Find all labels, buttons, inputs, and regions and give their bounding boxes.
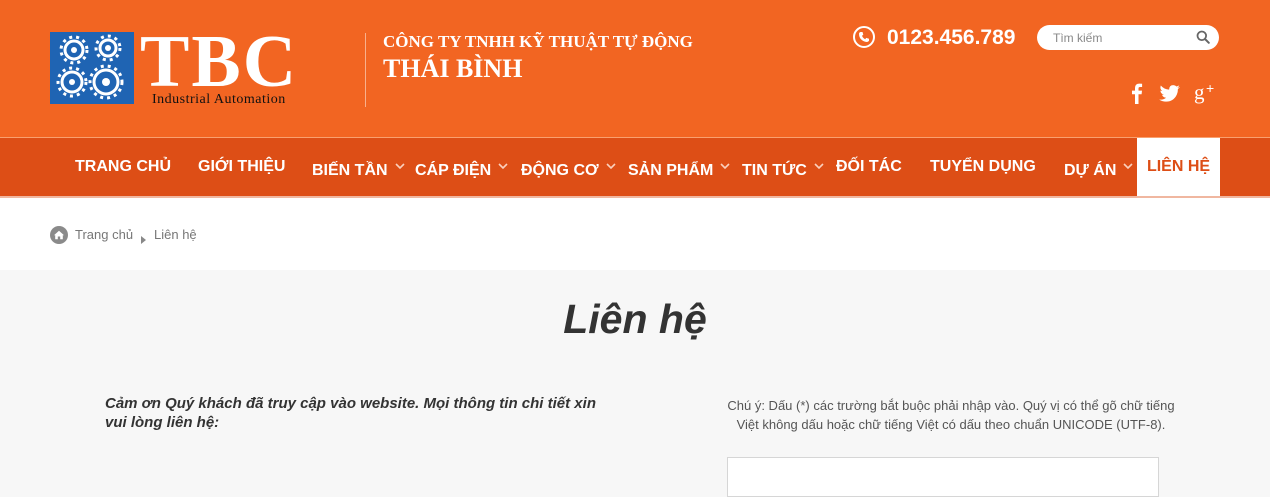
- nav-item-gioi-thieu[interactable]: GIỚI THIỆU: [198, 138, 285, 196]
- nav-item-trang-chu[interactable]: TRANG CHỦ: [75, 138, 171, 196]
- svg-text:+: +: [1206, 80, 1214, 96]
- nav-item-label: GIỚI THIỆU: [198, 158, 286, 175]
- chevron-down-icon: [814, 138, 824, 170]
- nav-item-label: ĐỘNG CƠ: [521, 162, 599, 179]
- logo-subtitle: Industrial Automation: [152, 92, 286, 107]
- nav-item-label: ĐỐI TÁC: [836, 158, 902, 175]
- form-note-text: Chú ý: Dấu (*) các trường bắt buộc phải …: [727, 398, 1175, 432]
- chevron-down-icon: [720, 138, 730, 170]
- home-icon[interactable]: [50, 226, 68, 244]
- breadcrumb-separator-icon: [141, 231, 146, 244]
- site-header: TBC Industrial Automation CÔNG TY TNHH K…: [0, 0, 1270, 138]
- site-logo[interactable]: TBC Industrial Automation: [50, 22, 342, 107]
- nav-item-label: BIẾN TẦN: [312, 162, 388, 179]
- svg-text:g: g: [1194, 80, 1205, 104]
- chevron-down-icon: [394, 138, 405, 170]
- nav-item-label: CÁP ĐIỆN: [415, 162, 492, 179]
- google-plus-icon[interactable]: g +: [1194, 80, 1220, 106]
- chevron-down-icon: [606, 138, 616, 170]
- nav-item-label: LIÊN HỆ: [1146, 158, 1211, 175]
- search-input[interactable]: [1053, 29, 1183, 46]
- nav-item-label: DỰ ÁN: [1064, 162, 1117, 179]
- company-name-line2: THÁI BÌNH: [383, 54, 523, 83]
- breadcrumb-current: Liên hệ: [154, 227, 197, 242]
- nav-item-cap-dien[interactable]: CÁP ĐIỆN: [415, 138, 508, 196]
- search-icon[interactable]: [1196, 30, 1210, 44]
- contact-form-field[interactable]: [727, 457, 1159, 497]
- nav-item-label: TRANG CHỦ: [75, 158, 171, 175]
- main-nav: TRANG CHỦ GIỚI THIỆU BIẾN TẦN CÁP ĐIỆN ĐỘNG …: [0, 138, 1270, 198]
- phone-number[interactable]: 0123.456.789: [887, 26, 1015, 50]
- nav-item-bien-tan[interactable]: BIẾN TẦN: [312, 138, 405, 196]
- chevron-down-icon: [1123, 138, 1133, 170]
- page-title: Liên hệ: [563, 296, 707, 342]
- nav-item-san-pham[interactable]: SẢN PHẨM: [628, 138, 730, 196]
- nav-item-lien-he[interactable]: LIÊN HỆ: [1137, 138, 1220, 196]
- nav-item-label: TIN TỨC: [742, 162, 807, 179]
- phone-icon: [853, 26, 875, 48]
- header-divider: [365, 33, 366, 107]
- gears-icon: [50, 32, 134, 104]
- nav-item-label: SẢN PHẨM: [628, 162, 714, 179]
- nav-item-du-an[interactable]: DỰ ÁN: [1064, 138, 1133, 196]
- logo-wordmark: TBC: [140, 21, 299, 103]
- nav-item-tin-tuc[interactable]: TIN TỨC: [742, 138, 824, 196]
- nav-item-doi-tac[interactable]: ĐỐI TÁC: [836, 138, 902, 196]
- breadcrumb-home-link[interactable]: Trang chủ: [75, 227, 133, 242]
- breadcrumb: Trang chủ Liên hệ: [0, 198, 1270, 270]
- twitter-icon[interactable]: [1156, 80, 1182, 106]
- chevron-down-icon: [498, 138, 508, 170]
- contact-intro-text: Cảm ơn Quý khách đã truy cập vào website…: [105, 395, 596, 431]
- nav-item-dong-co[interactable]: ĐỘNG CƠ: [521, 138, 616, 196]
- facebook-icon[interactable]: [1124, 80, 1150, 106]
- nav-item-label: TUYỂN DỤNG: [930, 158, 1036, 175]
- company-name-line1: CÔNG TY TNHH KỸ THUẬT TỰ ĐỘNG: [383, 32, 693, 51]
- search-box: [1037, 25, 1219, 50]
- nav-item-tuyen-dung[interactable]: TUYỂN DỤNG: [930, 138, 1036, 196]
